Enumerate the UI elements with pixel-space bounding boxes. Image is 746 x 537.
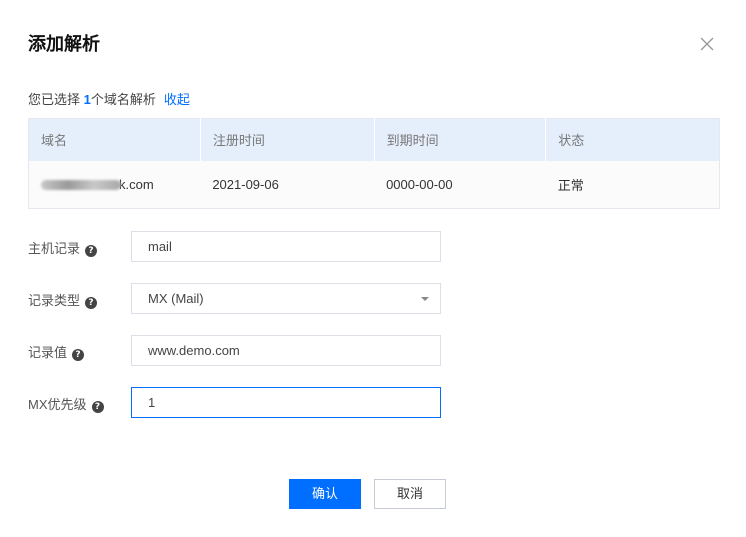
table-header-row: 域名 注册时间 到期时间 状态 — [28, 118, 720, 161]
summary-suffix: 个域名解析 — [90, 92, 156, 107]
table-row: k.com 2021-09-06 0000-00-00 正常 — [28, 160, 720, 209]
record-value-input[interactable] — [131, 335, 441, 366]
help-icon[interactable]: ? — [85, 297, 98, 309]
help-icon[interactable]: ? — [91, 401, 104, 413]
column-header-status: 状态 — [558, 133, 585, 149]
selected-count: 1 — [83, 92, 91, 107]
record-type-row: 记录类型? MX (Mail) — [28, 283, 448, 315]
record-value-label: 记录值? — [28, 342, 85, 361]
record-value-row: 记录值? — [28, 335, 448, 367]
column-header-domain: 域名 — [28, 118, 201, 161]
domain-table: 域名 注册时间 到期时间 状态 k.com 2021-09-06 0000-00… — [28, 118, 720, 209]
column-header-registered: 注册时间 — [200, 118, 375, 161]
confirm-button[interactable]: 确认 — [289, 479, 361, 509]
record-value-label-text: 记录值 — [28, 345, 68, 360]
cancel-button[interactable]: 取消 — [374, 479, 446, 509]
record-type-label: 记录类型? — [28, 290, 98, 309]
record-type-value: MX (Mail) — [148, 291, 204, 306]
mx-priority-label-text: MX优先级 — [28, 397, 87, 412]
host-record-label-text: 主机记录 — [28, 241, 81, 256]
chevron-down-icon — [421, 297, 429, 301]
cell-status: 正常 — [557, 177, 584, 193]
host-record-input[interactable] — [131, 231, 441, 262]
host-record-label: 主机记录? — [28, 238, 98, 257]
cell-domain: k.com — [29, 161, 201, 209]
redacted-domain — [41, 180, 121, 191]
host-record-row: 主机记录? — [28, 231, 448, 263]
add-record-dialog: 添加解析 您已选择 1个域名解析 收起 域名 注册时间 到期时间 状态 k.co… — [0, 0, 746, 537]
mx-priority-input[interactable] — [131, 387, 441, 418]
help-icon[interactable]: ? — [72, 349, 85, 361]
record-type-select[interactable]: MX (Mail) — [131, 283, 441, 314]
column-header-expires: 到期时间 — [374, 118, 547, 161]
help-icon[interactable]: ? — [85, 245, 98, 257]
dialog-title: 添加解析 — [28, 34, 100, 54]
domain-visible-part: k.com — [119, 176, 154, 192]
collapse-link[interactable]: 收起 — [164, 92, 190, 107]
mx-priority-label: MX优先级? — [28, 394, 104, 413]
cell-registered: 2021-09-06 — [212, 176, 279, 192]
summary-prefix: 您已选择 — [28, 92, 84, 107]
selection-summary: 您已选择 1个域名解析 收起 — [28, 89, 190, 108]
mx-priority-row: MX优先级? — [28, 387, 448, 419]
close-icon[interactable] — [700, 37, 718, 55]
record-type-label-text: 记录类型 — [28, 293, 81, 308]
cell-expires: 0000-00-00 — [386, 176, 453, 192]
